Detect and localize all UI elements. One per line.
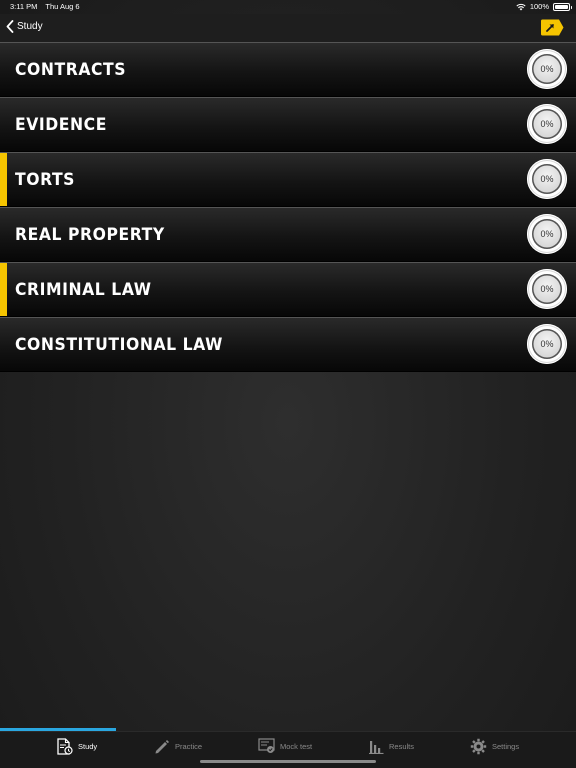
subject-row-real-property[interactable]: REAL PROPERTY 0% xyxy=(0,207,576,262)
status-time: 3:11 PM xyxy=(10,2,38,11)
subject-label: REAL PROPERTY xyxy=(15,225,165,245)
subject-row-criminal-law[interactable]: CRIMINAL LAW 0% xyxy=(0,262,576,317)
tab-label: Results xyxy=(389,741,415,751)
progress-circle: 0% xyxy=(527,269,567,309)
subject-row-torts[interactable]: TORTS 0% xyxy=(0,152,576,207)
tab-mock-test[interactable]: Mock test xyxy=(258,738,312,754)
progress-circle: 0% xyxy=(527,104,567,144)
subject-label: CRIMINAL LAW xyxy=(15,280,152,300)
back-label: Study xyxy=(17,21,43,32)
subject-label: EVIDENCE xyxy=(15,115,107,135)
wifi-icon xyxy=(516,3,526,10)
highlight-marker xyxy=(0,263,7,316)
tab-practice[interactable]: Practice xyxy=(154,738,202,754)
subject-list: CONTRACTS 0% EVIDENCE 0% TORTS 0% REAL P… xyxy=(0,42,576,372)
subject-row-constitutional-law[interactable]: CONSTITUTIONAL LAW 0% xyxy=(0,317,576,372)
progress-value: 0% xyxy=(532,219,562,249)
subject-row-contracts[interactable]: CONTRACTS 0% xyxy=(0,42,576,97)
chevron-left-icon xyxy=(6,20,14,33)
subject-row-evidence[interactable]: EVIDENCE 0% xyxy=(0,97,576,152)
tab-results[interactable]: Results xyxy=(368,738,414,754)
tab-study[interactable]: Study xyxy=(56,738,97,755)
bar-chart-icon xyxy=(369,741,384,754)
subject-label: TORTS xyxy=(15,170,76,190)
tab-label: Practice xyxy=(175,741,203,751)
tab-label: Study xyxy=(78,742,98,751)
progress-value: 0% xyxy=(532,274,562,304)
progress-circle: 0% xyxy=(527,214,567,254)
pencil-icon xyxy=(155,740,169,754)
study-document-icon xyxy=(57,738,73,755)
progress-value: 0% xyxy=(532,54,562,84)
home-indicator xyxy=(200,760,376,763)
progress-circle: 0% xyxy=(527,49,567,89)
tab-label: Settings xyxy=(492,742,520,751)
status-date: Thu Aug 6 xyxy=(45,2,80,11)
status-bar: 3:11 PM Thu Aug 6 100% xyxy=(0,0,576,14)
mock-test-icon xyxy=(258,738,275,753)
navigation-bar: Study xyxy=(0,14,576,43)
flag-arrow-icon[interactable] xyxy=(540,19,564,36)
subject-label: CONSTITUTIONAL LAW xyxy=(15,335,223,355)
progress-circle: 0% xyxy=(527,324,567,364)
progress-value: 0% xyxy=(532,164,562,194)
highlight-marker xyxy=(0,153,7,206)
back-button[interactable]: Study xyxy=(6,20,43,33)
app-screen: 3:11 PM Thu Aug 6 100% Study CONTRACTS 0… xyxy=(0,0,576,768)
tab-settings[interactable]: Settings xyxy=(470,738,519,755)
progress-circle: 0% xyxy=(527,159,567,199)
progress-value: 0% xyxy=(532,109,562,139)
tab-label: Mock test xyxy=(280,741,313,751)
progress-value: 0% xyxy=(532,329,562,359)
gear-icon xyxy=(470,738,487,755)
battery-icon xyxy=(553,2,572,11)
subject-label: CONTRACTS xyxy=(15,60,127,80)
battery-percent: 100% xyxy=(529,2,549,11)
